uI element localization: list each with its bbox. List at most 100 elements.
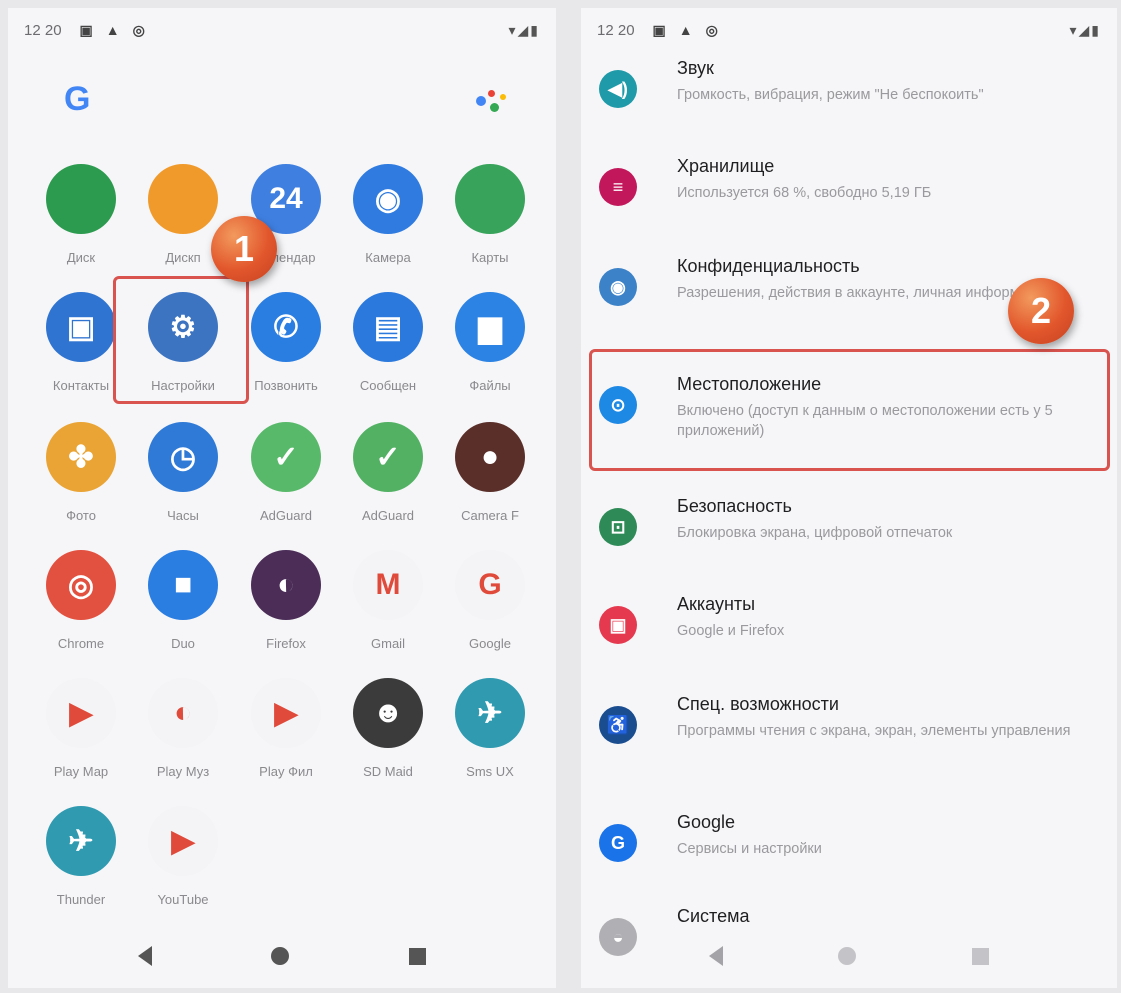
duo-icon: ■ — [148, 550, 218, 620]
app-label: Sms UX — [466, 764, 514, 779]
warning-icon: ▲ — [678, 22, 693, 38]
thunder-icon: ✈ — [46, 806, 116, 876]
sound-icon: ◀) — [599, 70, 637, 108]
settings-item-text: Google Сервисы и настройки — [677, 812, 1107, 859]
recents-button[interactable] — [972, 947, 990, 965]
lock-icon: ⊡ — [599, 508, 637, 546]
app-label: YouTube — [157, 892, 209, 907]
app-clock[interactable]: ◷ Часы — [133, 422, 233, 523]
status-bar: 12 20 ▣ ▲ ◎ ▾◢▮ — [8, 8, 556, 52]
settings-item-subtitle: Программы чтения с экрана, экран, элемен… — [677, 723, 1071, 739]
settings-item-accounts[interactable]: ▣ Аккаунты Google и Firefox — [581, 594, 1117, 684]
app-play-music[interactable]: ◐ Play Муз — [133, 678, 233, 779]
settings-item-title: Аккаунты — [677, 594, 756, 614]
app-thunder[interactable]: ✈ Thunder — [31, 806, 131, 907]
clock-icon: ◷ — [148, 422, 218, 492]
status-time: 12 20 — [24, 21, 62, 39]
app-sms-ux[interactable]: ✈ Sms UX — [440, 678, 540, 779]
step-badge-1: 1 — [211, 216, 277, 282]
app-messages[interactable]: ▤ Сообщен — [338, 292, 438, 393]
app-photos[interactable]: ✤ Фото — [31, 422, 131, 523]
settings-item-subtitle: Используется 68 %, свободно 5,19 ГБ — [677, 185, 932, 201]
gmail-icon: M — [353, 550, 423, 620]
app-firefox[interactable]: ◐ Firefox — [236, 550, 336, 651]
google-search-icon[interactable]: G — [64, 80, 90, 119]
settings-highlight — [113, 276, 249, 404]
settings-item-subtitle: Сервисы и настройки — [677, 841, 822, 857]
settings-item-subtitle: Google и Firefox — [677, 623, 785, 639]
app-label: Gmail — [371, 636, 405, 651]
drive-icon — [46, 164, 116, 234]
settings-item-google-settings[interactable]: G Google Сервисы и настройки — [581, 812, 1117, 902]
app-label: Camera F — [461, 508, 519, 523]
app-play-movies[interactable]: ▶ Play Фил — [236, 678, 336, 779]
storage-icon: ≡ — [599, 168, 637, 206]
camera-fv-icon: ● — [455, 422, 525, 492]
settings-item-accessibility[interactable]: ♿ Спец. возможности Программы чтения с экр… — [581, 694, 1117, 784]
play-movies-icon: ▶ — [251, 678, 321, 748]
settings-item-title: Безопасность — [677, 496, 792, 516]
settings-item-text: Хранилище Используется 68 %, свободно 5,1… — [677, 156, 1107, 203]
settings-item-title: Спец. возможности — [677, 694, 839, 714]
play-market-icon: ▶ — [46, 678, 116, 748]
home-button[interactable] — [838, 947, 857, 965]
settings-item-text: Аккаунты Google и Firefox — [677, 594, 1107, 641]
warning-icon: ▲ — [105, 22, 120, 38]
app-label: Firefox — [266, 636, 306, 651]
location-highlight — [589, 349, 1110, 471]
app-label: Play Мар — [53, 764, 109, 779]
app-files[interactable]: ▆ Файлы — [440, 292, 540, 393]
app-duo[interactable]: ■ Duo — [133, 550, 233, 651]
notification-icon: ▣ — [79, 21, 93, 38]
app-maps[interactable]: Карты — [440, 164, 540, 265]
messages-icon: ▤ — [353, 292, 423, 362]
app-drive[interactable]: Диск — [31, 164, 131, 265]
sync-icon: ◎ — [132, 21, 145, 38]
settings-item-title: Хранилище — [677, 156, 775, 176]
settings-item-title: Звук — [677, 58, 714, 78]
app-label: Позвонить — [254, 378, 318, 393]
settings-item-sound[interactable]: ◀) Звук Громкость, вибрация, режим "Не бес… — [581, 58, 1117, 148]
app-chrome[interactable]: ◎ Chrome — [31, 550, 131, 651]
app-label: AdGuard — [361, 508, 415, 523]
app-sd-maid[interactable]: ☻ SD Maid — [338, 678, 438, 779]
app-camera[interactable]: ◉ Камера — [338, 164, 438, 265]
google-icon: G — [455, 550, 525, 620]
settings-item-subtitle: Блокировка экрана, цифровой отпечаток — [677, 525, 953, 541]
app-label: Play Фил — [259, 764, 313, 779]
settings-item-subtitle: Громкость, вибрация, режим "Не беспокоит… — [677, 87, 984, 103]
app-gmail[interactable]: M Gmail — [338, 550, 438, 651]
signal-battery-icon: ▾◢▮ — [1069, 21, 1101, 38]
settings-item-storage[interactable]: ≡ Хранилище Используется 68 %, свободно 5,… — [581, 156, 1117, 246]
app-label: Файлы — [469, 378, 511, 393]
app-google[interactable]: G Google — [440, 550, 540, 651]
app-youtube[interactable]: ▶ YouTube — [133, 806, 233, 907]
back-button[interactable] — [137, 946, 152, 966]
app-label: Фото — [66, 508, 96, 523]
settings-item-text: Звук Громкость, вибрация, режим "Не беспо… — [677, 58, 1107, 105]
app-label: Сообщен — [359, 378, 417, 393]
nav-bar — [8, 924, 556, 988]
disk-app-icon — [148, 164, 218, 234]
notification-icon: ▣ — [652, 21, 666, 38]
app-label: Duo — [171, 636, 195, 651]
files-icon: ▆ — [455, 292, 525, 362]
settings-item-lock[interactable]: ⊡ Безопасность Блокировка экрана, цифровой… — [581, 496, 1117, 586]
app-label: Камера — [365, 250, 411, 265]
assistant-icon[interactable] — [476, 88, 508, 114]
app-adguard[interactable]: ✓ AdGuard — [236, 422, 336, 523]
adguard-icon: ✓ — [251, 422, 321, 492]
app-play-market[interactable]: ▶ Play Мар — [31, 678, 131, 779]
home-button[interactable] — [271, 947, 290, 965]
app-label: Google — [469, 636, 511, 651]
settings-item-text: Безопасность Блокировка экрана, цифровой … — [677, 496, 1107, 543]
nav-bar — [581, 924, 1117, 988]
app-adguard-shield[interactable]: ✓ AdGuard — [338, 422, 438, 523]
google-settings-icon: G — [599, 824, 637, 862]
recents-button[interactable] — [409, 947, 427, 965]
settings-item-text: Спец. возможности Программы чтения с экра… — [677, 694, 1107, 741]
app-camera-fv[interactable]: ● Camera F — [440, 422, 540, 523]
back-button[interactable] — [708, 946, 723, 966]
app-phone[interactable]: ✆ Позвонить — [236, 292, 336, 393]
step-badge-2: 2 — [1008, 278, 1074, 344]
